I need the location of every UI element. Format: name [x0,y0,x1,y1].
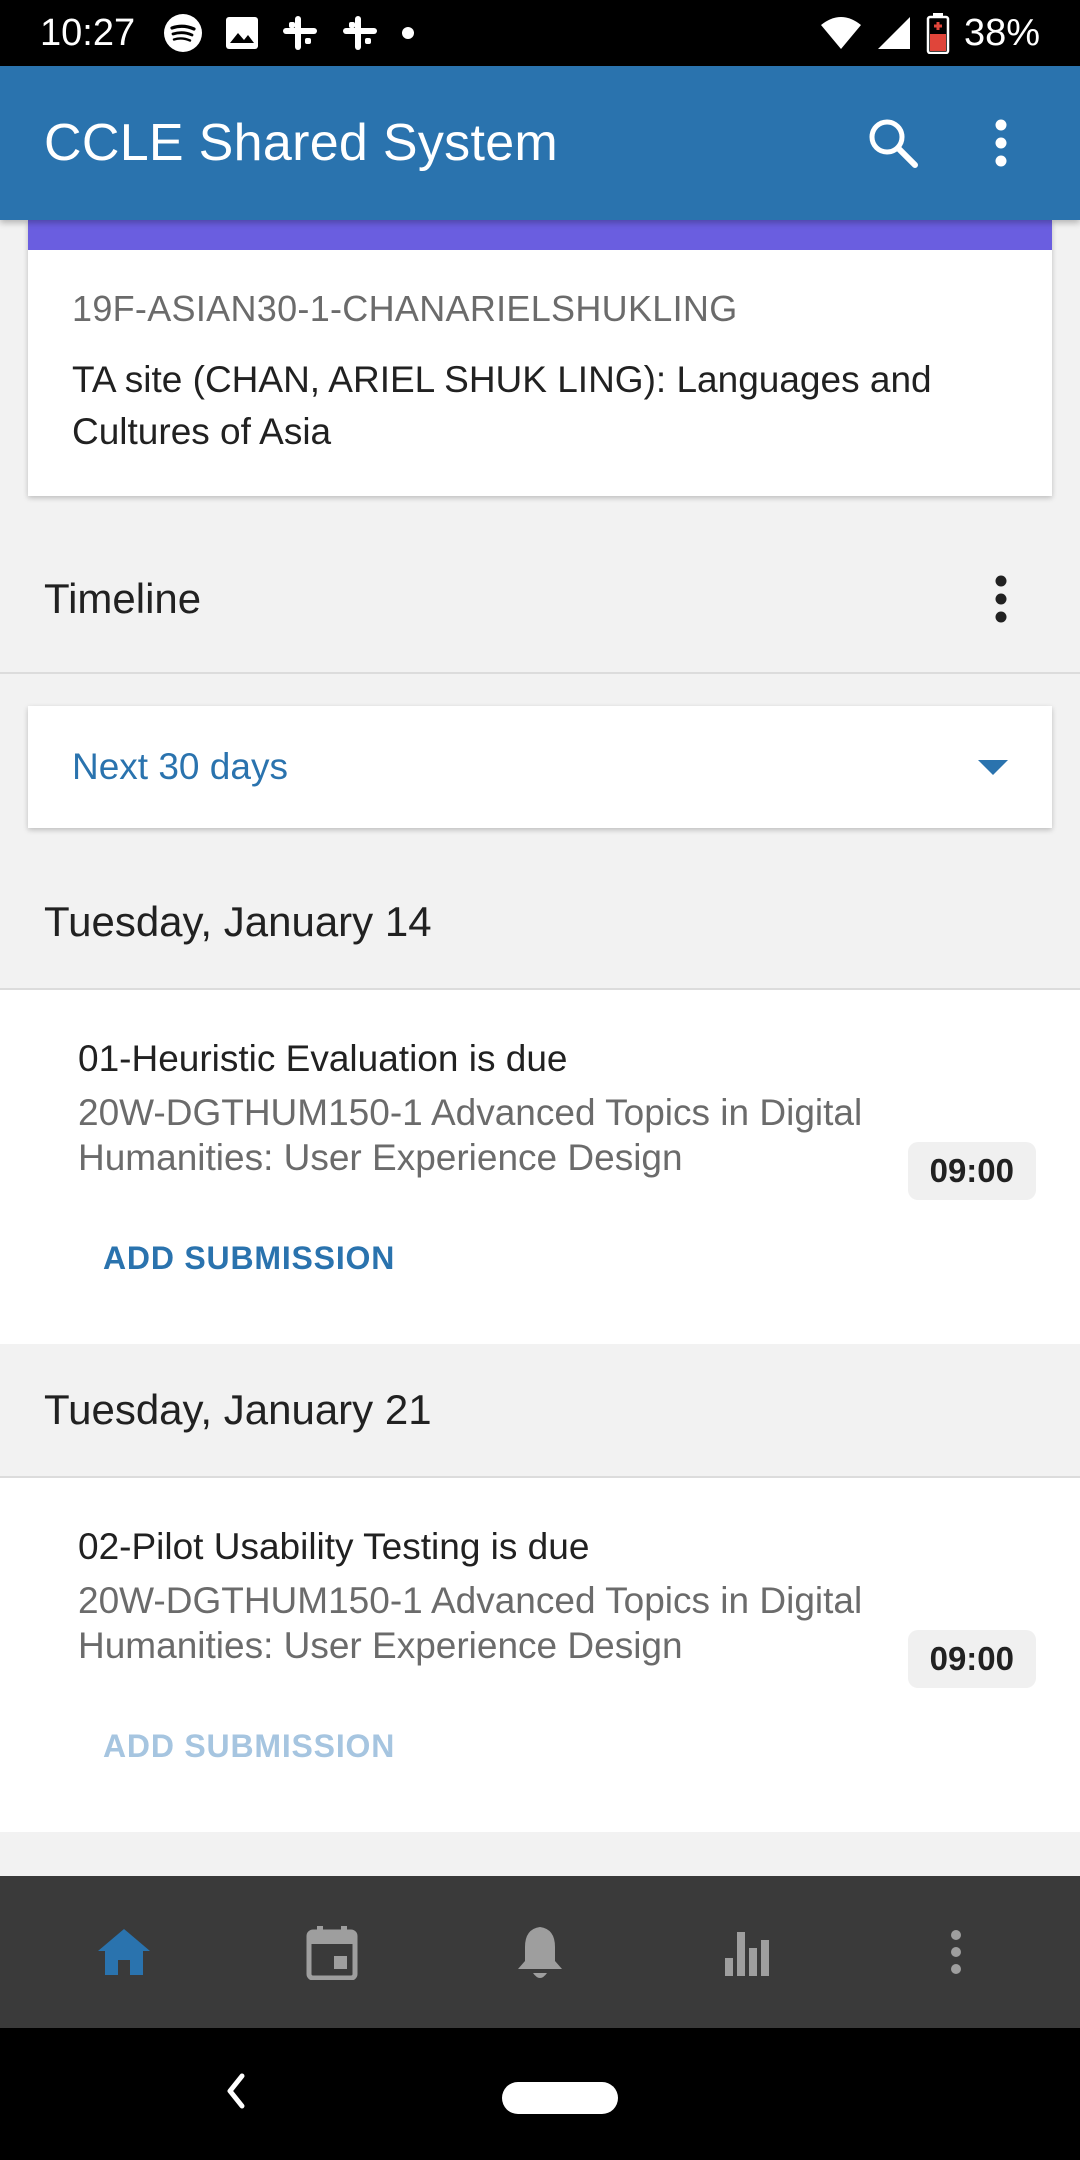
app-bar: CCLE Shared System [0,66,1080,220]
nav-calendar[interactable] [272,1892,392,2012]
nav-notifications[interactable] [480,1892,600,2012]
calendar-icon [306,1926,358,1980]
add-submission-button[interactable]: ADD SUBMISSION [103,1240,395,1277]
timeline-filter-dropdown[interactable]: Next 30 days [28,706,1052,828]
bottom-navigation [0,1876,1080,2028]
home-icon [98,1929,150,1975]
notification-icons [163,13,415,53]
battery-percent: 38% [963,11,1040,54]
app-title: CCLE Shared System [44,114,559,172]
notifications-icon [518,1927,562,1978]
image-icon [226,17,259,49]
slack-icon [343,16,378,50]
event-course: 20W-DGTHUM150-1 Advanced Topics in Digit… [78,1580,863,1666]
cellular-signal-icon [877,17,910,49]
day-date: Tuesday, January 21 [44,1386,432,1433]
nav-more[interactable] [896,1892,1016,2012]
wifi-icon [820,17,861,49]
event-title[interactable]: 02-Pilot Usability Testing is due [78,1526,589,1568]
course-code: 19F-ASIAN30-1-CHANARIELSHUKLING [72,288,738,329]
timeline-menu-button[interactable] [966,564,1036,634]
search-icon [869,119,918,168]
nav-home[interactable] [64,1892,184,2012]
course-description: TA site (CHAN, ARIEL SHUK LING): Languag… [72,359,932,452]
day-header: Tuesday, January 14 [0,856,1080,990]
more-vertical-icon [995,119,1007,167]
filter-selected-value: Next 30 days [72,746,288,787]
slack-icon [283,16,318,50]
status-right: 38% [820,12,1040,55]
battery-low-icon [926,13,950,54]
timeline-header: Timeline [0,526,1080,674]
app-bar-actions [858,108,1036,178]
more-vertical-icon [951,1930,961,1974]
event-course: 20W-DGTHUM150-1 Advanced Topics in Digit… [78,1092,863,1178]
system-home-pill[interactable] [502,2082,618,2114]
chevron-down-icon [978,759,1008,775]
grades-icon [725,1932,769,1976]
event-time-badge: 09:00 [907,1142,1036,1200]
spotify-icon [164,14,203,52]
add-submission-button[interactable]: ADD SUBMISSION [103,1728,395,1765]
search-button[interactable] [858,108,928,178]
course-card[interactable]: 19F-ASIAN30-1-CHANARIELSHUKLING TA site … [28,220,1052,496]
status-time: 10:27 [40,11,136,54]
timeline-event[interactable]: 01-Heuristic Evaluation is due 20W-DGTHU… [0,990,1080,1344]
course-accent-bar [28,220,1052,250]
system-navigation-bar [0,2028,1080,2160]
timeline-event[interactable]: 02-Pilot Usability Testing is due 20W-DG… [0,1478,1080,1832]
day-header: Tuesday, January 21 [0,1344,1080,1478]
event-time-badge: 09:00 [907,1630,1036,1688]
day-date: Tuesday, January 14 [44,898,432,945]
event-title[interactable]: 01-Heuristic Evaluation is due [78,1038,567,1080]
nav-grades[interactable] [688,1892,808,2012]
system-back-button[interactable] [220,2066,250,2121]
timeline-title: Timeline [44,575,202,622]
more-vertical-icon [995,575,1007,623]
status-bar: 10:27 38% [0,0,1080,66]
dot-icon [402,27,415,39]
overflow-menu-button[interactable] [966,108,1036,178]
back-chevron-icon [227,2073,245,2109]
